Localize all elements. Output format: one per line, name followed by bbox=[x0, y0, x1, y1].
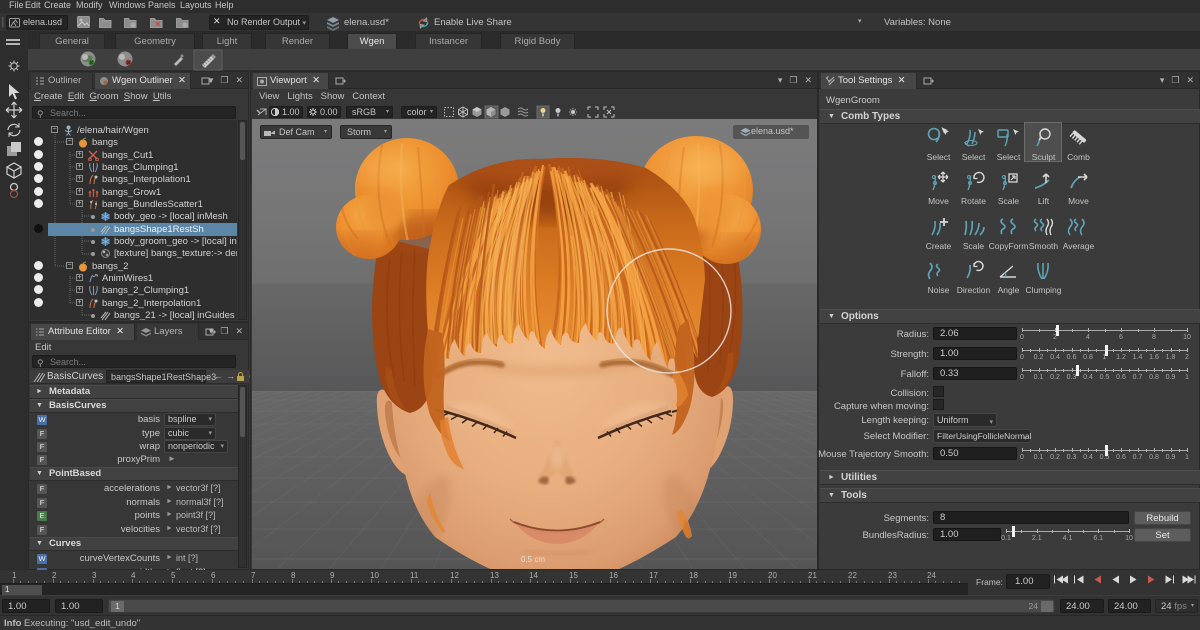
svg-text:0.5 cm: 0.5 cm bbox=[521, 555, 545, 564]
